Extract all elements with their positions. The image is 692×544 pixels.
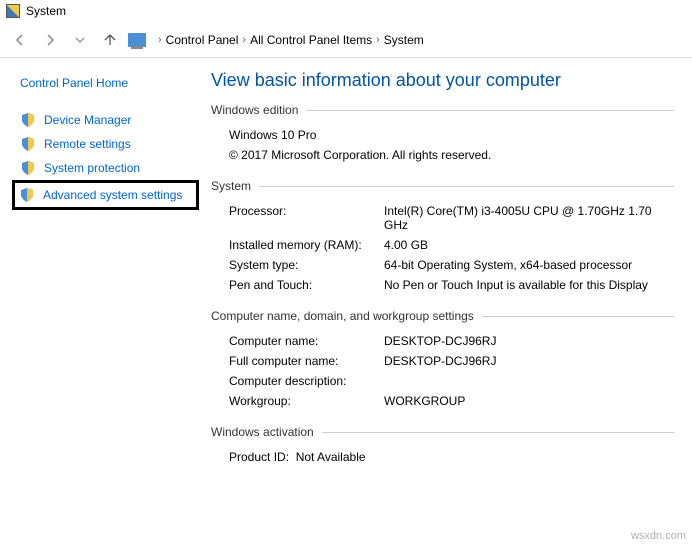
- system-type-value: 64-bit Operating System, x64-based proce…: [384, 258, 674, 272]
- title-bar: System: [0, 0, 692, 22]
- divider: [482, 316, 674, 317]
- crumb-system[interactable]: System: [384, 33, 424, 47]
- processor-value: Intel(R) Core(TM) i3-4005U CPU @ 1.70GHz…: [384, 204, 674, 232]
- divider: [306, 110, 674, 111]
- product-id-value: Not Available: [296, 450, 366, 464]
- recent-dropdown[interactable]: [68, 28, 92, 52]
- section-heading-activation: Windows activation: [211, 425, 314, 439]
- copyright-text: © 2017 Microsoft Corporation. All rights…: [229, 148, 674, 162]
- processor-label: Processor:: [229, 204, 384, 232]
- chevron-right-icon: ›: [158, 34, 162, 46]
- breadcrumb[interactable]: › Control Panel › All Control Panel Item…: [158, 33, 424, 47]
- page-title: View basic information about your comput…: [211, 70, 674, 91]
- crumb-all-items[interactable]: All Control Panel Items: [250, 33, 372, 47]
- shield-icon: [20, 112, 36, 128]
- sidebar-item-system-protection[interactable]: System protection: [20, 156, 199, 180]
- computer-description-value: [384, 374, 674, 388]
- divider: [259, 186, 674, 187]
- shield-icon: [20, 160, 36, 176]
- watermark: wsxdn.com: [631, 530, 686, 542]
- back-button[interactable]: [8, 28, 32, 52]
- computer-description-label: Computer description:: [229, 374, 384, 388]
- sidebar-item-device-manager[interactable]: Device Manager: [20, 108, 199, 132]
- sidebar-item-label: Advanced system settings: [43, 188, 182, 202]
- full-computer-name-value: DESKTOP-DCJ96RJ: [384, 354, 674, 368]
- chevron-right-icon: ›: [376, 34, 380, 46]
- pen-touch-label: Pen and Touch:: [229, 278, 384, 292]
- sidebar-item-remote-settings[interactable]: Remote settings: [20, 132, 199, 156]
- computer-name-value: DESKTOP-DCJ96RJ: [384, 334, 674, 348]
- sidebar-item-advanced-system-settings[interactable]: Advanced system settings: [12, 180, 199, 210]
- computer-name-label: Computer name:: [229, 334, 384, 348]
- toolbar: › Control Panel › All Control Panel Item…: [0, 22, 692, 58]
- monitor-icon: [128, 33, 146, 47]
- forward-button[interactable]: [38, 28, 62, 52]
- shield-icon: [19, 187, 35, 203]
- ram-label: Installed memory (RAM):: [229, 238, 384, 252]
- crumb-control-panel[interactable]: Control Panel: [166, 33, 239, 47]
- section-heading-computer: Computer name, domain, and workgroup set…: [211, 309, 474, 323]
- sidebar-item-label: Device Manager: [44, 113, 131, 127]
- section-heading-system: System: [211, 179, 251, 193]
- up-button[interactable]: [98, 28, 122, 52]
- edition-value: Windows 10 Pro: [229, 128, 674, 142]
- full-computer-name-label: Full computer name:: [229, 354, 384, 368]
- pen-touch-value: No Pen or Touch Input is available for t…: [384, 278, 674, 292]
- window-title: System: [26, 4, 66, 18]
- system-type-label: System type:: [229, 258, 384, 272]
- product-id-label: Product ID:: [229, 450, 289, 464]
- divider: [322, 432, 674, 433]
- main-content: View basic information about your comput…: [205, 58, 692, 544]
- sidebar-item-label: System protection: [44, 161, 140, 175]
- sidebar: Control Panel Home Device Manager Remote…: [0, 58, 205, 544]
- ram-value: 4.00 GB: [384, 238, 674, 252]
- workgroup-value: WORKGROUP: [384, 394, 674, 408]
- system-icon: [6, 4, 20, 18]
- sidebar-item-label: Remote settings: [44, 137, 131, 151]
- shield-icon: [20, 136, 36, 152]
- section-heading-windows-edition: Windows edition: [211, 103, 298, 117]
- control-panel-home-link[interactable]: Control Panel Home: [20, 76, 199, 90]
- workgroup-label: Workgroup:: [229, 394, 384, 408]
- chevron-right-icon: ›: [242, 34, 246, 46]
